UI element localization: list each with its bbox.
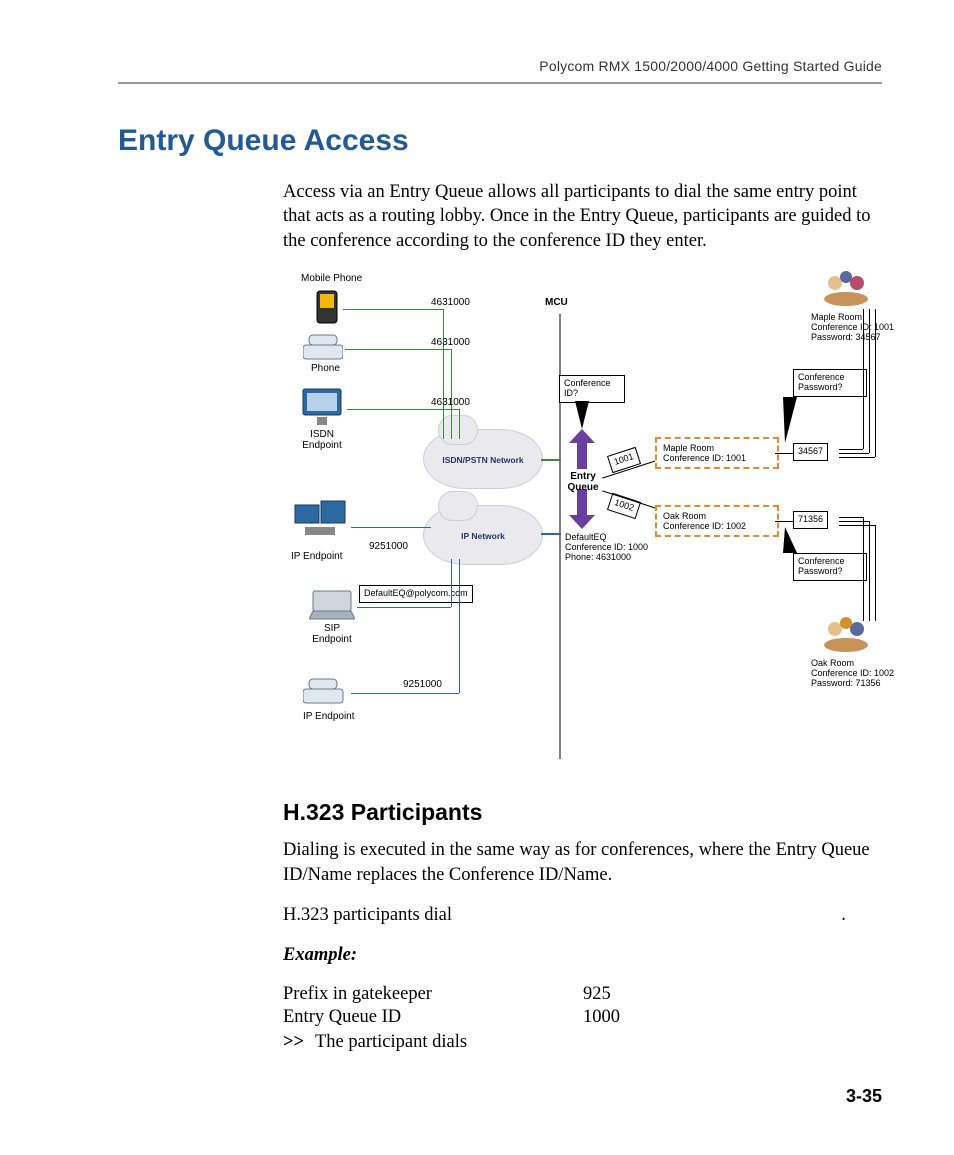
- connector-line: [869, 521, 870, 621]
- ip-endpoint2-icon: [303, 677, 349, 707]
- header-rule: [118, 82, 882, 84]
- conf-id-prompt-callout: Conference ID?: [559, 375, 625, 403]
- cloud-bump2-icon: [438, 491, 478, 521]
- example-row: Prefix in gatekeeper 925: [283, 984, 882, 1005]
- connector-line: [875, 309, 876, 457]
- room-conf-id-label: Conference ID:: [663, 453, 726, 463]
- room-name: Oak Room: [663, 511, 706, 521]
- connector-line: [541, 533, 561, 535]
- room-name-text: Maple Room: [811, 312, 862, 322]
- maple-room-box: Maple Room Conference ID: 1001: [655, 437, 779, 469]
- maple-room-details: Maple Room Conference ID: 1001 Password:…: [811, 313, 911, 343]
- connector-line: [459, 559, 460, 693]
- oak-room-box: Oak Room Conference ID: 1002: [655, 505, 779, 537]
- callout-pointer-icon: [783, 527, 797, 553]
- h323-heading: H.323 Participants: [283, 799, 882, 826]
- connector-line: [875, 525, 876, 621]
- connector-line: [443, 309, 444, 439]
- room-conf-id-text: 1002: [874, 668, 894, 678]
- phone-icon: [303, 333, 343, 361]
- mobile-phone-icon: [315, 289, 339, 325]
- connector-line: [863, 309, 864, 449]
- room-name-text: Oak Room: [811, 658, 854, 668]
- result-chevron-icon: >>: [283, 1032, 315, 1053]
- endpoint-label: SIP Endpoint: [307, 623, 357, 645]
- room-conf-id: 1002: [726, 521, 746, 531]
- connector-line: [351, 527, 431, 528]
- connector-line: [459, 409, 460, 439]
- password-box: 34567: [793, 443, 828, 461]
- connector-line: [541, 459, 561, 461]
- password-box: 71356: [793, 511, 828, 529]
- endpoint-dial: 9251000: [369, 541, 408, 552]
- endpoint-dial: 4631000: [431, 297, 470, 308]
- connector-line: [345, 349, 451, 350]
- cloud-bump-icon: [438, 415, 478, 445]
- entry-queue-diagram: MCU ISDN/PSTN Network IP Network Mobile …: [283, 269, 908, 769]
- intro-paragraph: Access via an Entry Queue allows all par…: [283, 180, 882, 253]
- isdn-cloud-label: ISDN/PSTN Network: [433, 455, 533, 465]
- ip-cloud-label: IP Network: [443, 531, 523, 541]
- room-name: Maple Room: [663, 443, 714, 453]
- room-conf-id-text: 1001: [874, 322, 894, 332]
- mcu-label: MCU: [545, 297, 568, 308]
- connector-line: [839, 457, 875, 458]
- oak-room-details: Oak Room Conference ID: 1002 Password: 7…: [811, 659, 911, 689]
- room-pw-text: 71356: [856, 678, 881, 688]
- connector-line: [357, 607, 451, 608]
- sip-dial-box: DefaultEQ@polycom.com: [359, 585, 473, 603]
- connector-line: [347, 409, 459, 410]
- connector-line: [451, 559, 452, 607]
- connector-line: [839, 525, 875, 526]
- endpoint-label: ISDN Endpoint: [301, 429, 343, 451]
- result-line: >> The participant dials: [283, 1032, 882, 1053]
- example-label: Example:: [283, 943, 882, 967]
- example-key: Prefix in gatekeeper: [283, 984, 583, 1005]
- h323-paragraph: Dialing is executed in the same way as f…: [283, 838, 882, 887]
- dial-line-left: H.323 participants dial: [283, 905, 452, 925]
- conf-pw-prompt-callout: Conference Password?: [793, 553, 867, 581]
- default-eq-details: DefaultEQ Conference ID: 1000 Phone: 463…: [565, 533, 675, 563]
- running-header: Polycom RMX 1500/2000/4000 Getting Start…: [118, 58, 882, 74]
- endpoint-dial: 4631000: [431, 337, 470, 348]
- example-key: Entry Queue ID: [283, 1007, 583, 1028]
- endpoint-label: IP Endpoint: [291, 551, 343, 562]
- endpoint-label: IP Endpoint: [303, 711, 355, 722]
- endpoint-dial: 9251000: [403, 679, 442, 690]
- connector-line: [343, 309, 443, 310]
- connector-line: [839, 453, 869, 454]
- isdn-endpoint-icon: [299, 387, 345, 427]
- callout-pointer-icon: [783, 397, 797, 443]
- entry-queue-label: Entry Queue: [565, 471, 601, 493]
- example-row: Entry Queue ID 1000: [283, 1007, 882, 1028]
- connector-line: [351, 693, 459, 694]
- endpoint-label: Phone: [311, 363, 340, 374]
- section-title: Entry Queue Access: [118, 124, 882, 158]
- conference-room-icon: [823, 271, 869, 307]
- example-value: 925: [583, 984, 611, 1005]
- room-conf-id-label: Conference ID:: [663, 521, 726, 531]
- connector-line: [775, 453, 793, 454]
- connector-line: [869, 309, 870, 453]
- result-text: The participant dials: [315, 1032, 467, 1053]
- connector-line: [451, 349, 452, 439]
- connector-line: [839, 521, 869, 522]
- connector-line: [775, 521, 793, 522]
- endpoint-label: Mobile Phone: [301, 273, 362, 284]
- example-value: 1000: [583, 1007, 620, 1028]
- dial-line-right: .: [841, 905, 846, 925]
- connector-line: [863, 517, 864, 621]
- connector-line: [839, 449, 863, 450]
- connector-line: [839, 517, 863, 518]
- ip-endpoint-icon: [291, 499, 349, 547]
- page-number: 3-35: [846, 1086, 882, 1107]
- conference-room-icon: [823, 617, 869, 653]
- sip-endpoint-icon: [309, 589, 355, 621]
- endpoint-dial: 4631000: [431, 397, 470, 408]
- callout-pointer-icon: [575, 401, 589, 429]
- room-conf-id: 1001: [726, 453, 746, 463]
- conf-pw-prompt-callout: Conference Password?: [793, 369, 867, 397]
- h323-dial-line: H.323 participants dial .: [283, 903, 882, 927]
